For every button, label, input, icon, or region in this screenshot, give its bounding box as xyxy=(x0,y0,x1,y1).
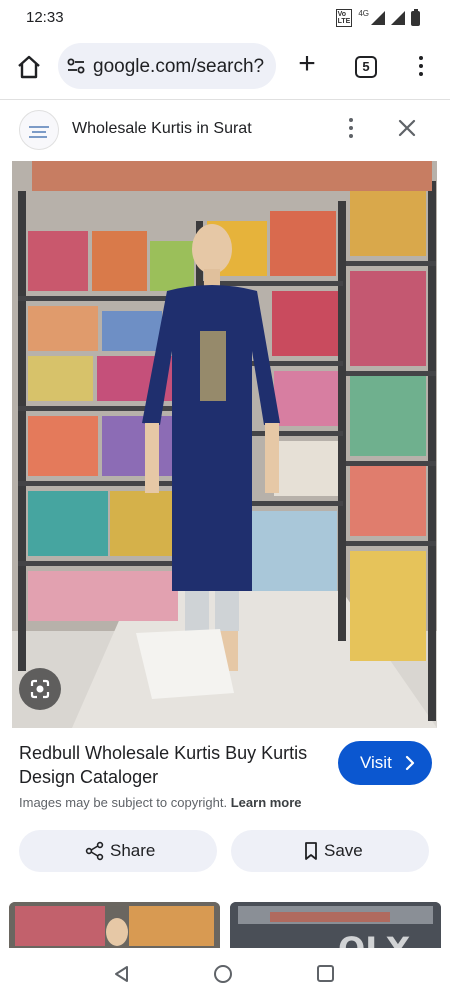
tab-switcher-button[interactable]: 5 xyxy=(355,56,377,78)
address-bar[interactable]: google.com/search? xyxy=(58,43,276,89)
status-bar: 12:33 Vo LTE 4G xyxy=(0,0,450,36)
learn-more-link[interactable]: Learn more xyxy=(231,795,302,810)
network-type: 4G xyxy=(358,8,369,18)
tune-icon[interactable] xyxy=(66,56,86,76)
image-caption[interactable]: Redbull Wholesale Kurtis Buy Kurtis Desi… xyxy=(19,741,319,789)
chevron-right-icon xyxy=(403,754,417,772)
status-time: 12:33 xyxy=(26,9,64,26)
copyright-notice: Images may be subject to copyright. Lear… xyxy=(19,795,302,810)
related-image-thumbnail[interactable] xyxy=(9,902,220,948)
visit-label: Visit xyxy=(360,753,392,772)
more-options-icon[interactable] xyxy=(346,118,356,142)
back-icon[interactable] xyxy=(112,964,132,984)
status-icons: Vo LTE 4G xyxy=(335,8,420,27)
system-navigation-bar xyxy=(0,950,450,1000)
bookmark-icon xyxy=(301,841,321,861)
visit-button[interactable]: Visit xyxy=(338,741,432,785)
home-nav-icon[interactable] xyxy=(214,965,232,983)
share-button[interactable]: Share xyxy=(19,830,217,872)
signal-icon-2 xyxy=(391,11,405,25)
volte-icon: Vo LTE xyxy=(335,9,353,27)
save-button[interactable]: Save xyxy=(231,830,429,872)
copyright-text: Images may be subject to copyright. xyxy=(19,795,228,810)
more-vert-icon[interactable] xyxy=(416,54,426,78)
close-icon[interactable] xyxy=(396,117,418,139)
site-title[interactable]: Wholesale Kurtis in Surat xyxy=(72,120,252,138)
result-header: Wholesale Kurtis in Surat xyxy=(0,100,450,158)
recents-icon[interactable] xyxy=(317,965,334,982)
result-image[interactable] xyxy=(12,161,437,728)
url-text: google.com/search? xyxy=(93,56,265,77)
site-logo xyxy=(19,110,59,150)
share-label: Share xyxy=(110,841,156,860)
save-label: Save xyxy=(324,841,363,860)
lens-icon[interactable] xyxy=(19,668,61,710)
share-icon xyxy=(85,841,105,861)
browser-toolbar: google.com/search? + 5 xyxy=(0,40,450,94)
home-icon[interactable] xyxy=(16,54,42,80)
plus-icon[interactable]: + xyxy=(294,49,320,79)
signal-icon xyxy=(371,11,385,25)
battery-icon xyxy=(411,8,420,26)
